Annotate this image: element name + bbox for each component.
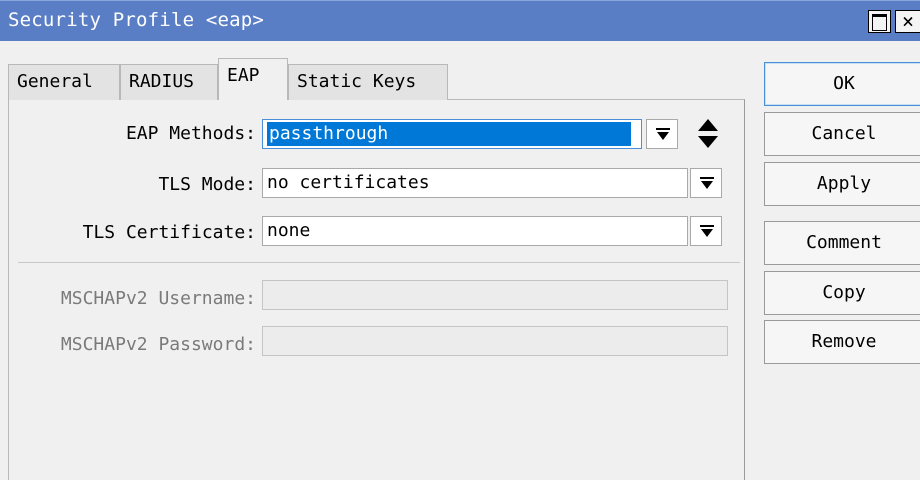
tab-static-keys[interactable]: Static Keys xyxy=(288,64,448,100)
eap-methods-updown-button[interactable] xyxy=(696,117,720,156)
apply-button[interactable]: Apply xyxy=(764,162,920,206)
maximize-button[interactable] xyxy=(868,10,891,33)
mschapv2-username-label: MSCHAPv2 Username: xyxy=(60,288,256,309)
remove-button[interactable]: Remove xyxy=(764,320,920,364)
up-down-arrows-icon xyxy=(698,119,718,148)
mschapv2-password-field[interactable] xyxy=(262,326,728,356)
tls-certificate-label: TLS Certificate: xyxy=(82,222,256,243)
cancel-button[interactable]: Cancel xyxy=(764,112,920,156)
section-divider xyxy=(18,262,740,263)
dropdown-arrow-icon xyxy=(700,225,714,237)
dropdown-arrow-icon xyxy=(656,128,670,140)
copy-button[interactable]: Copy xyxy=(764,271,920,315)
close-icon: × xyxy=(902,9,915,33)
dropdown-arrow-icon xyxy=(700,177,714,189)
comment-button[interactable]: Comment xyxy=(764,221,920,265)
eap-methods-field[interactable]: passthrough xyxy=(262,119,642,149)
tab-eap[interactable]: EAP xyxy=(218,58,288,100)
eap-methods-label: EAP Methods: xyxy=(125,123,256,144)
tab-general[interactable]: General xyxy=(8,64,120,100)
tls-mode-label: TLS Mode: xyxy=(158,174,256,195)
tls-certificate-field[interactable]: none xyxy=(262,216,688,246)
tls-certificate-dropdown-button[interactable] xyxy=(690,216,722,246)
window-title: Security Profile <eap> xyxy=(8,9,265,31)
tab-radius[interactable]: RADIUS xyxy=(120,64,218,100)
tls-mode-dropdown-button[interactable] xyxy=(690,168,722,198)
mschapv2-username-field[interactable] xyxy=(262,280,728,310)
eap-methods-value: passthrough xyxy=(267,122,631,146)
title-bar[interactable]: Security Profile <eap> × xyxy=(0,0,920,41)
mschapv2-password-label: MSCHAPv2 Password: xyxy=(60,334,256,355)
eap-methods-dropdown-button[interactable] xyxy=(646,119,678,149)
tls-mode-field[interactable]: no certificates xyxy=(262,168,688,198)
ok-button[interactable]: OK xyxy=(764,62,920,106)
close-button[interactable]: × xyxy=(895,10,920,33)
